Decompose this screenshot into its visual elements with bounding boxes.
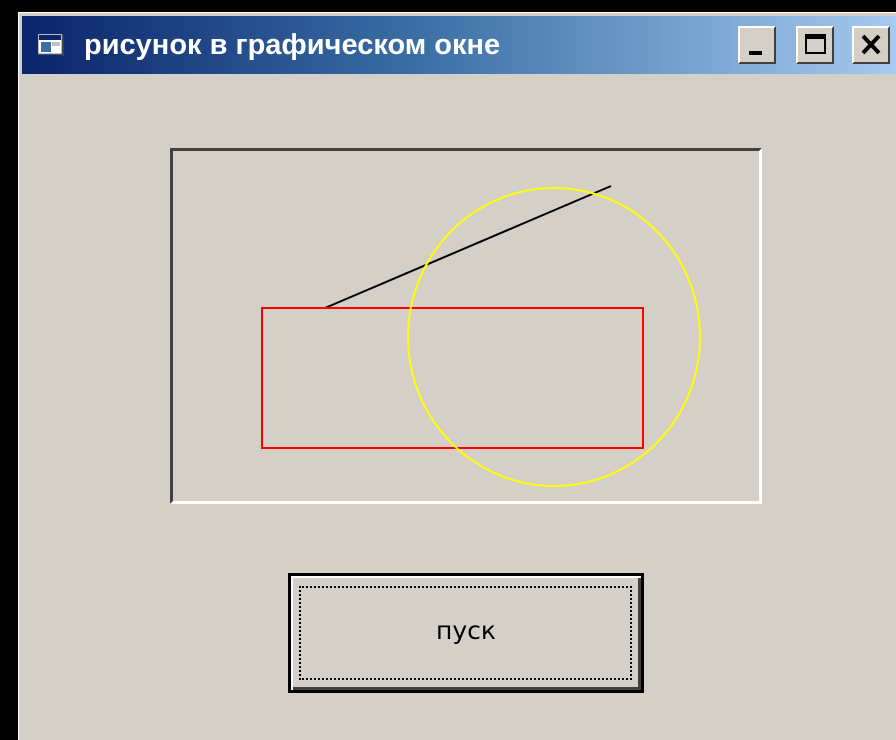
drawn-circle: [407, 187, 701, 487]
form-window: рисунок в графическом окне пуск: [18, 12, 896, 740]
minimize-button[interactable]: [738, 26, 776, 64]
picture-box: [170, 148, 762, 504]
start-button[interactable]: пуск: [288, 573, 644, 693]
close-button[interactable]: [852, 26, 890, 64]
drawn-line: [324, 185, 612, 309]
close-icon: [861, 34, 881, 55]
window-title: рисунок в графическом окне: [84, 29, 501, 61]
maximize-button[interactable]: [796, 26, 834, 64]
start-button-label: пуск: [436, 616, 496, 645]
background-strip: [0, 0, 896, 12]
drawing-canvas: [261, 185, 701, 487]
drawn-rectangle: [261, 307, 644, 449]
minimize-icon: [749, 51, 762, 55]
maximize-icon: [805, 34, 826, 54]
form-icon: [38, 34, 64, 56]
title-bar[interactable]: рисунок в графическом окне: [22, 16, 896, 74]
